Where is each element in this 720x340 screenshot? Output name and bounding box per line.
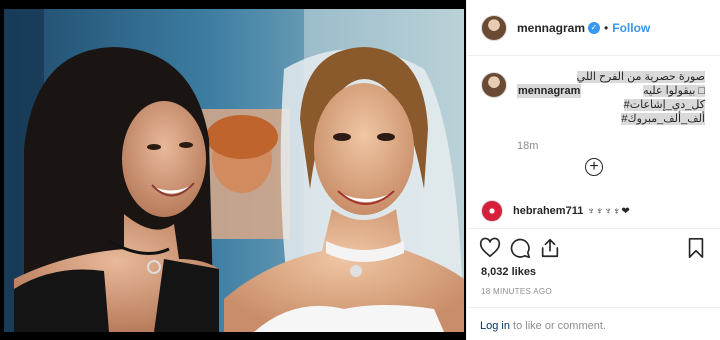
author-avatar[interactable]: [481, 14, 507, 41]
caption-hashtag[interactable]: ألف_ألف_مبروك#: [517, 112, 705, 126]
comment-item: hebrahem711 ♆♆♆♆❤: [481, 200, 631, 222]
login-prompt: Log in to like or comment.: [480, 320, 606, 332]
photo-illustration: [4, 9, 464, 332]
divider: [467, 307, 720, 308]
heart-icon[interactable]: [479, 237, 501, 259]
header-separator: •: [604, 20, 609, 35]
share-icon[interactable]: [539, 237, 561, 259]
comment-icon[interactable]: [509, 237, 531, 259]
caption-avatar[interactable]: [481, 72, 507, 98]
commenter-username[interactable]: hebrahem711: [513, 205, 583, 217]
author-username[interactable]: mennagram: [517, 21, 585, 35]
divider: [467, 228, 720, 229]
follow-button[interactable]: Follow: [612, 21, 650, 35]
caption-username[interactable]: mennagram: [517, 84, 582, 98]
caption-time: 18m: [517, 140, 539, 152]
post-timestamp: 18 MINUTES AGO: [481, 287, 552, 296]
caption-hashtag[interactable]: كل_دي_إشاعات#: [517, 98, 705, 112]
login-suffix: to like or comment.: [509, 320, 606, 332]
comment-text: ♆♆♆♆❤: [587, 205, 631, 217]
verified-icon: ✓: [588, 21, 601, 34]
commenter-avatar[interactable]: [481, 200, 503, 222]
caption-line: صورة حصرية من الفرح اللي mennagram: [517, 71, 705, 98]
bookmark-icon[interactable]: [685, 237, 707, 259]
action-bar: [479, 237, 709, 263]
caption-body: صورة حصرية من الفرح اللي mennagram □ بيق…: [517, 70, 705, 126]
post-photo[interactable]: [4, 9, 464, 332]
likes-count[interactable]: 8,032 likes: [481, 266, 536, 278]
login-link[interactable]: Log in: [480, 320, 510, 332]
plus-circle-icon[interactable]: +: [585, 158, 603, 176]
post-side-panel: mennagram ✓ • Follow صورة حصرية من الفرح…: [466, 0, 720, 340]
post-caption: صورة حصرية من الفرح اللي mennagram □ بيق…: [467, 56, 720, 126]
post-media: [0, 0, 466, 340]
instagram-post: mennagram ✓ • Follow صورة حصرية من الفرح…: [0, 0, 720, 340]
post-header: mennagram ✓ • Follow: [467, 0, 720, 56]
